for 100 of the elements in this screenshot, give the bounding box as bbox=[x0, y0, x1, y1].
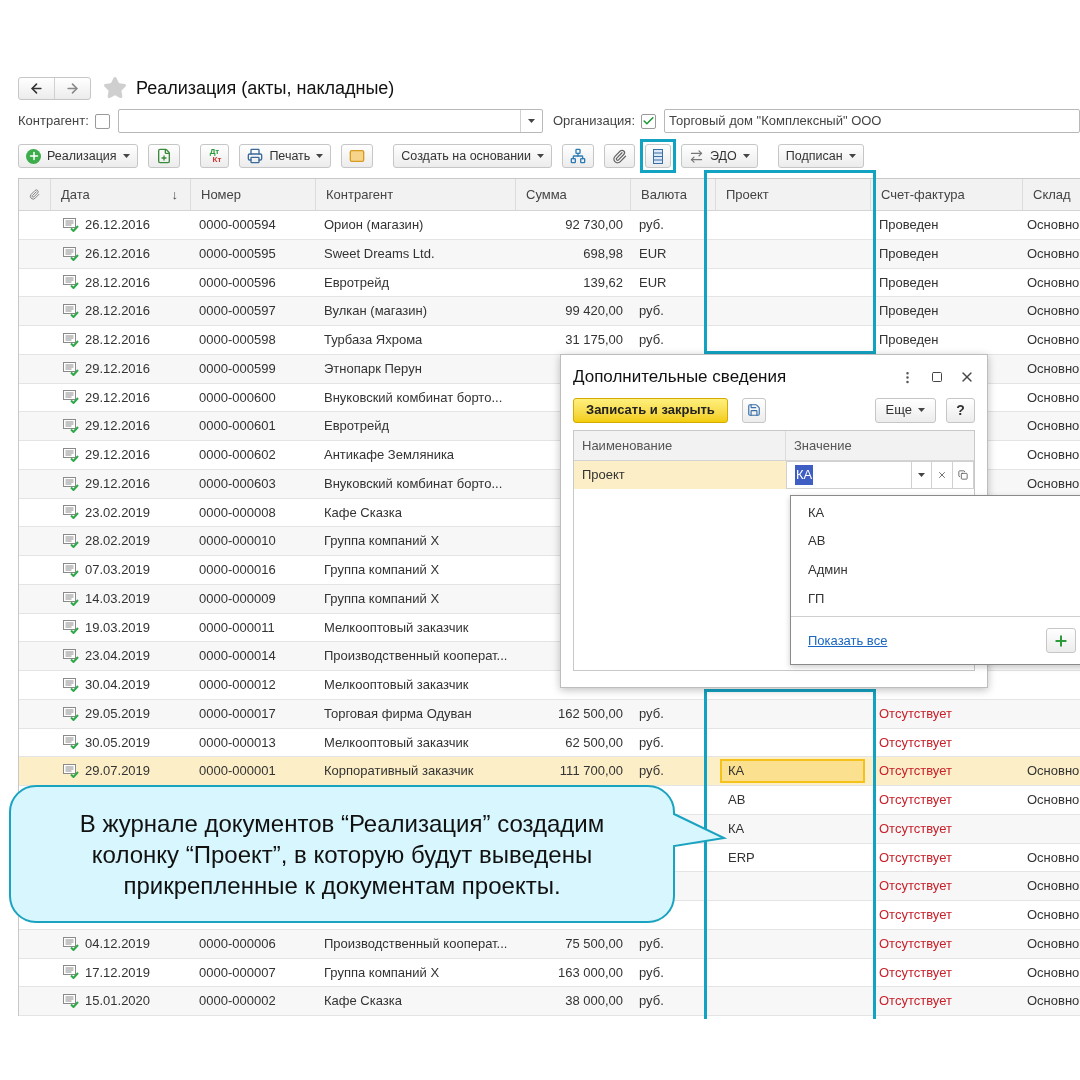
dropdown-item[interactable]: АВ bbox=[791, 526, 1080, 556]
table-cell-text: Группа компаний X bbox=[324, 561, 440, 580]
table-cell-text: Основно bbox=[1027, 877, 1080, 896]
toolbar-button[interactable]: Реализация bbox=[18, 144, 138, 168]
table-cell-text: 26.12.2016 bbox=[85, 244, 151, 263]
icon-button[interactable]: Дт Кт bbox=[199, 144, 230, 168]
table-row[interactable]: 29.07.2019 0000-000001 Корпоративный заказчик 111 700,00 руб. КА Отсутствует Основно bbox=[19, 757, 1080, 786]
table-cell-text: Основно bbox=[1027, 934, 1080, 953]
table-cell-text: Мелкооптовый заказчик bbox=[324, 676, 469, 695]
posted-document-icon bbox=[63, 677, 79, 692]
dropdown-item[interactable]: КА bbox=[791, 498, 1080, 527]
save-and-close-button[interactable]: Записать и закрыть bbox=[573, 397, 728, 423]
table-cell-text: руб. bbox=[639, 733, 664, 752]
table-cell-text: 0000-000009 bbox=[199, 589, 276, 608]
table-cell-text: 0000-000013 bbox=[199, 733, 276, 752]
column-header[interactable]: Дата ↓ bbox=[61, 184, 180, 205]
exchange-icon bbox=[689, 148, 704, 164]
organization-field[interactable]: Торговый дом "Комплексный" ООО bbox=[664, 109, 1080, 133]
clear-icon[interactable] bbox=[937, 470, 947, 480]
table-cell-text: руб. bbox=[639, 992, 664, 1011]
toolbar-button[interactable]: Печать bbox=[239, 144, 332, 168]
table-cell-text: Основно bbox=[1027, 906, 1080, 925]
posted-document-icon bbox=[63, 361, 79, 376]
toolbar-button[interactable]: Создать на основании bbox=[393, 144, 552, 168]
table-cell-text: 29.05.2019 bbox=[85, 704, 151, 723]
table-cell-text: Основно bbox=[1027, 302, 1080, 321]
table-cell-text: Основно bbox=[1027, 963, 1080, 982]
save-button[interactable] bbox=[741, 397, 766, 423]
table-cell-text: Антикафе Земляника bbox=[324, 446, 455, 465]
table-cell-text: 0000-000006 bbox=[199, 934, 276, 953]
maximize-icon[interactable] bbox=[931, 371, 943, 383]
column-header[interactable]: Счет-фактура bbox=[881, 184, 1012, 205]
property-row[interactable]: Проект КА bbox=[574, 461, 974, 489]
table-cell-text: КА bbox=[727, 819, 745, 838]
filter-checkbox[interactable] bbox=[641, 113, 657, 129]
column-header[interactable]: Контрагент bbox=[326, 184, 505, 205]
icon-button[interactable] bbox=[562, 144, 594, 168]
table-row[interactable]: 28.12.2016 0000-000597 Вулкан (магазин) 99 420,00 руб. Проведен Основно bbox=[19, 297, 1080, 326]
table-cell-text: 0000-000007 bbox=[199, 963, 276, 982]
table-cell-text: 04.12.2019 bbox=[85, 934, 151, 953]
table-cell-text: Проведен bbox=[879, 273, 939, 292]
add-button[interactable] bbox=[1046, 628, 1076, 653]
column-header[interactable]: Наименование bbox=[574, 431, 786, 460]
current-cell[interactable]: КА bbox=[720, 759, 865, 784]
dropdown-item[interactable]: Админ bbox=[791, 555, 1080, 585]
filter-checkbox[interactable] bbox=[94, 113, 110, 129]
table-cell-text: 0000-000017 bbox=[199, 704, 276, 723]
column-header[interactable]: Склад bbox=[1033, 184, 1080, 205]
table-cell-text: Корпоративный заказчик bbox=[324, 762, 474, 781]
table-row[interactable]: 04.12.2019 0000-000006 Производственный кооперат... 75 500,00 руб. Отсутствует Основно bbox=[19, 929, 1080, 959]
table-cell-text: руб. bbox=[639, 963, 664, 982]
value-field[interactable]: КА bbox=[786, 461, 974, 489]
table-cell-text: 30.04.2019 bbox=[85, 676, 151, 695]
list-icon bbox=[653, 148, 663, 164]
attachment-icon bbox=[29, 188, 40, 201]
table-cell-text: 698,98 bbox=[583, 244, 623, 263]
plus-icon bbox=[26, 148, 41, 164]
column-header[interactable]: Номер bbox=[201, 184, 305, 205]
table-cell-text: Проведен bbox=[879, 216, 939, 235]
table-cell-text: 0000-000598 bbox=[199, 331, 276, 350]
help-button[interactable]: ? bbox=[946, 397, 975, 423]
posted-document-icon bbox=[63, 994, 79, 1009]
table-cell-text: Основно bbox=[1027, 992, 1080, 1011]
table-cell-text: 31 175,00 bbox=[565, 331, 623, 350]
icon-button[interactable] bbox=[341, 144, 374, 168]
icon-button[interactable] bbox=[147, 144, 180, 168]
table-cell-text: 28.02.2019 bbox=[85, 532, 151, 551]
open-icon[interactable] bbox=[958, 470, 968, 480]
table-cell-text: Основно bbox=[1027, 244, 1080, 263]
paperclip-icon bbox=[612, 148, 627, 164]
table-cell-text: Отсутствует bbox=[879, 762, 952, 781]
posted-document-icon bbox=[63, 275, 79, 290]
table-cell-text: 29.12.2016 bbox=[85, 359, 151, 378]
table-row[interactable]: 26.12.2016 0000-000595 Sweet Dreams Ltd. 698,98 EUR Проведен Основно bbox=[19, 239, 1080, 269]
table-cell-text: Внуковский комбинат борто... bbox=[324, 388, 503, 407]
table-cell-text: 0000-000012 bbox=[199, 676, 276, 695]
table-cell-text: Группа компаний X bbox=[324, 963, 440, 982]
counterparty-field[interactable] bbox=[117, 109, 543, 133]
dropdown-item[interactable]: ГП bbox=[791, 584, 1080, 613]
posted-document-icon bbox=[63, 562, 79, 577]
table-cell-text: 0000-000011 bbox=[199, 618, 275, 637]
favorite-star-icon[interactable] bbox=[103, 76, 127, 100]
table-cell-text: Евротрейд bbox=[324, 417, 389, 436]
filter-label: Контрагент: bbox=[18, 112, 89, 131]
toolbar-button[interactable]: ЭДО bbox=[681, 144, 758, 168]
table-cell-text: Sweet Dreams Ltd. bbox=[324, 244, 435, 263]
icon-button[interactable] bbox=[604, 144, 635, 168]
table-cell-text: Орион (магазин) bbox=[324, 216, 424, 235]
table-cell-text: Отсутствует bbox=[879, 848, 952, 867]
table-row[interactable]: 15.01.2020 0000-000002 Кафе Сказка 38 000,00 руб. Отсутствует Основно bbox=[19, 987, 1080, 1016]
table-cell-text: 0000-000002 bbox=[199, 992, 276, 1011]
table-cell-text: 0000-000603 bbox=[199, 474, 276, 493]
column-header[interactable]: Сумма bbox=[526, 184, 620, 205]
column-header[interactable]: Валюта bbox=[641, 184, 705, 205]
table-row[interactable]: 29.05.2019 0000-000017 Торговая фирма Одуван 162 500,00 руб. Отсутствует bbox=[19, 699, 1080, 729]
column-header[interactable]: Проект bbox=[726, 184, 860, 205]
more-button[interactable]: Еще bbox=[874, 397, 936, 423]
table-cell-text: Проведен bbox=[879, 244, 939, 263]
posted-document-icon bbox=[63, 419, 79, 434]
toolbar-button[interactable]: Подписан bbox=[777, 144, 864, 168]
